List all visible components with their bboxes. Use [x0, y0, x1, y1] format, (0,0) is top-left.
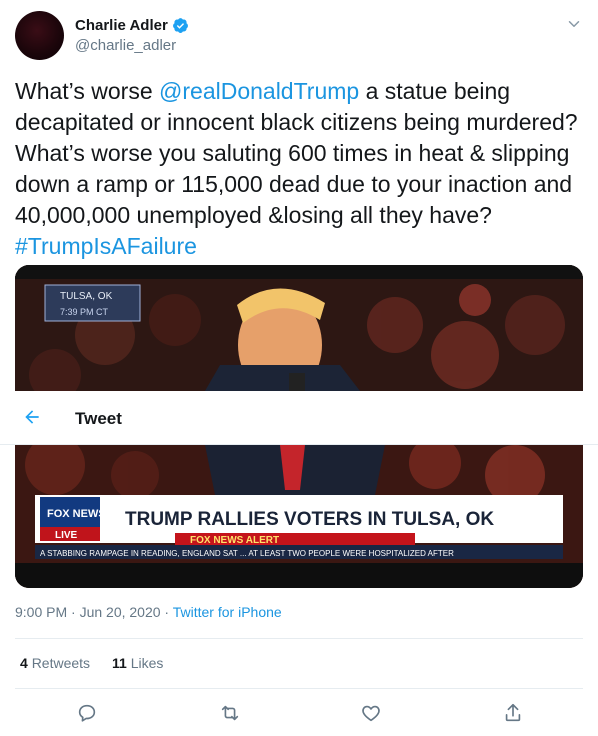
- timestamp-link[interactable]: 9:00 PM · Jun 20, 2020 ·: [15, 604, 173, 620]
- chyron-location: TULSA, OK: [60, 291, 113, 302]
- divider: [15, 638, 583, 639]
- author-block: Charlie Adler @charlie_adler: [75, 17, 189, 54]
- likes-count: 11: [112, 655, 127, 671]
- share-icon[interactable]: [502, 702, 524, 724]
- tweet-detail-header: Tweet: [0, 391, 598, 445]
- reply-icon[interactable]: [76, 702, 98, 724]
- network-logo: FOX NEWS: [47, 508, 106, 520]
- chyron-headline: TRUMP RALLIES VOTERS IN TULSA, OK: [125, 509, 494, 530]
- divider: [15, 688, 583, 689]
- tweet-actions: [0, 700, 598, 730]
- chyron-time: 7:39 PM CT: [60, 307, 109, 317]
- tweet-text-part: What’s worse: [15, 78, 160, 104]
- hashtag-link[interactable]: #TrumpIsAFailure: [15, 233, 197, 259]
- heart-icon[interactable]: [360, 702, 382, 724]
- likes-label: Likes: [130, 655, 164, 671]
- ticker-text: A STABBING RAMPAGE IN READING, ENGLAND S…: [40, 549, 454, 558]
- tweet-header: Charlie Adler @charlie_adler: [15, 11, 583, 61]
- back-arrow-icon[interactable]: [22, 407, 42, 427]
- retweet-icon[interactable]: [219, 702, 241, 724]
- author-handle[interactable]: @charlie_adler: [75, 37, 189, 54]
- source-link[interactable]: Twitter for iPhone: [173, 604, 282, 620]
- likes-stat[interactable]: 11 Likes: [112, 655, 163, 671]
- retweets-stat[interactable]: 4 Retweets: [20, 655, 90, 671]
- tweet-stats: 4 Retweets 11 Likes: [20, 655, 163, 671]
- tv-screen-photo: TULSA, OK 7:39 PM CT: [15, 265, 583, 391]
- mention-link[interactable]: @realDonaldTrump: [159, 78, 359, 104]
- alert-label: FOX NEWS ALERT: [190, 535, 279, 546]
- verified-badge-icon: [172, 18, 188, 33]
- tv-screen-photo-lower: FOX NEWS LIVE TRUMP RALLIES VOTERS IN TU…: [15, 445, 583, 588]
- media-photo-bottom: FOX NEWS LIVE TRUMP RALLIES VOTERS IN TU…: [15, 445, 583, 588]
- chevron-down-icon[interactable]: [565, 15, 583, 33]
- tweet-meta: 9:00 PM · Jun 20, 2020 · Twitter for iPh…: [15, 604, 282, 620]
- page-title: Tweet: [75, 409, 122, 428]
- live-label: LIVE: [55, 530, 78, 541]
- author-name-row[interactable]: Charlie Adler: [75, 17, 189, 34]
- retweets-label: Retweets: [31, 655, 91, 671]
- avatar[interactable]: [15, 11, 64, 60]
- author-name[interactable]: Charlie Adler: [75, 17, 168, 34]
- retweets-count: 4: [20, 655, 28, 671]
- media-photo-top: TULSA, OK 7:39 PM CT: [15, 265, 583, 391]
- tweet-text: What’s worse @realDonaldTrump a statue b…: [15, 76, 585, 262]
